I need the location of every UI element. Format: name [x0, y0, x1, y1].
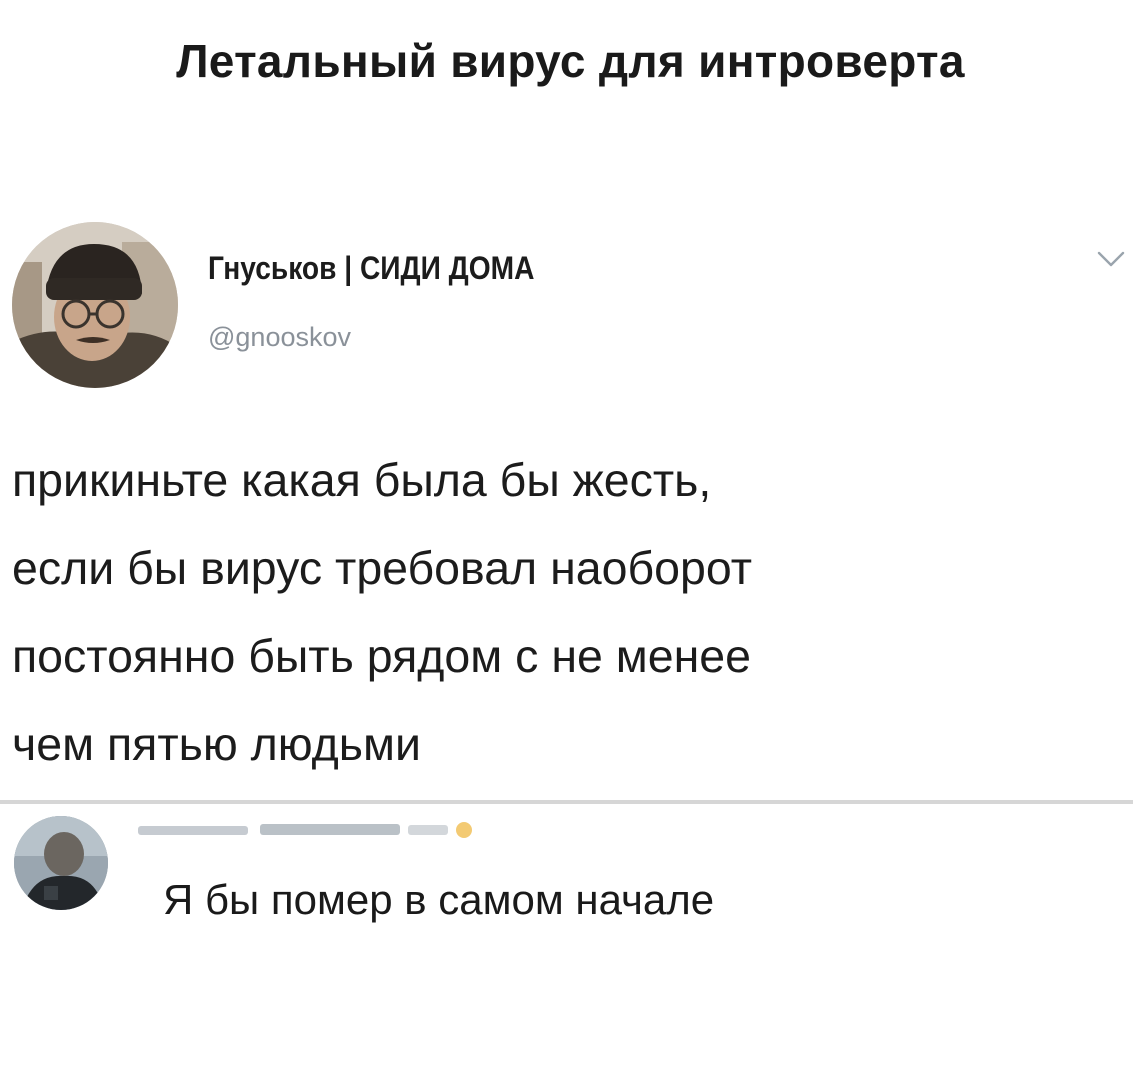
avatar-photo-icon: [12, 222, 178, 388]
tweet-text-line: постоянно быть рядом с не менее: [12, 630, 752, 682]
tweet-text: прикиньте какая была бы жесть, если бы в…: [12, 436, 1122, 788]
tweet-text-line: если бы вирус требовал наоборот: [12, 542, 753, 594]
tweet-text-line: чем пятью людьми: [12, 718, 421, 770]
tweet-text-line: прикиньте какая была бы жесть,: [12, 454, 712, 506]
commenter-avatar[interactable]: [14, 816, 108, 910]
commenter-name-blurred: [138, 822, 472, 838]
avatar-photo-icon: [14, 816, 108, 910]
chevron-down-icon[interactable]: [1096, 248, 1126, 270]
meme-title: Летальный вирус для интроверта: [176, 35, 965, 87]
author-name[interactable]: Гнуськов | СИДИ ДОМА: [208, 250, 534, 287]
comment-text: Я бы помер в самом начале: [163, 876, 715, 923]
comment: Я бы помер в самом начале: [0, 804, 1141, 964]
author-avatar[interactable]: [12, 222, 178, 388]
author-handle[interactable]: @gnooskov: [208, 322, 351, 353]
